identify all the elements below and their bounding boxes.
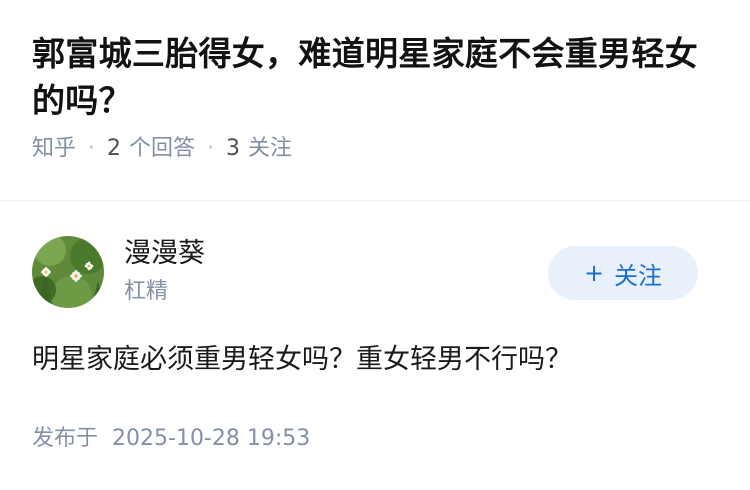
question-meta: 知乎 · 2 个回答 · 3 关注 xyxy=(32,134,722,164)
author-badge: 杠精 xyxy=(124,279,169,304)
author-name[interactable]: 漫漫葵 xyxy=(124,236,205,272)
meta-separator: · xyxy=(88,136,96,161)
question-title[interactable]: 郭富城三胎得女，难道明星家庭不会重男轻女的吗？ xyxy=(32,30,722,124)
meta-separator: · xyxy=(207,136,215,161)
follow-count-label[interactable]: 关注 xyxy=(248,134,292,164)
follow-count: 3 xyxy=(226,136,241,161)
avatar[interactable] xyxy=(32,236,104,308)
follow-button[interactable]: + 关注 xyxy=(548,246,698,300)
author-row: 漫漫葵 杠精 + 关注 xyxy=(32,236,718,312)
follow-button-label: 关注 xyxy=(614,261,663,290)
question-header: 郭富城三胎得女，难道明星家庭不会重男轻女的吗？ 知乎 · 2 个回答 · 3 关… xyxy=(32,30,722,164)
answer-count: 2 xyxy=(107,136,122,161)
source-label[interactable]: 知乎 xyxy=(32,134,76,164)
answer-text[interactable]: 明星家庭必须重男轻女吗？重女轻男不行吗？ xyxy=(32,340,722,380)
plus-icon: + xyxy=(583,259,605,287)
publish-info: 发布于 2025-10-28 19:53 xyxy=(32,424,310,454)
publish-datetime: 2025-10-28 19:53 xyxy=(112,426,311,451)
page: 郭富城三胎得女，难道明星家庭不会重男轻女的吗？ 知乎 · 2 个回答 · 3 关… xyxy=(0,0,750,490)
section-divider xyxy=(0,200,750,201)
answer-count-label[interactable]: 个回答 xyxy=(129,134,195,164)
publish-label: 发布于 xyxy=(32,426,99,451)
avatar-image xyxy=(32,236,104,308)
